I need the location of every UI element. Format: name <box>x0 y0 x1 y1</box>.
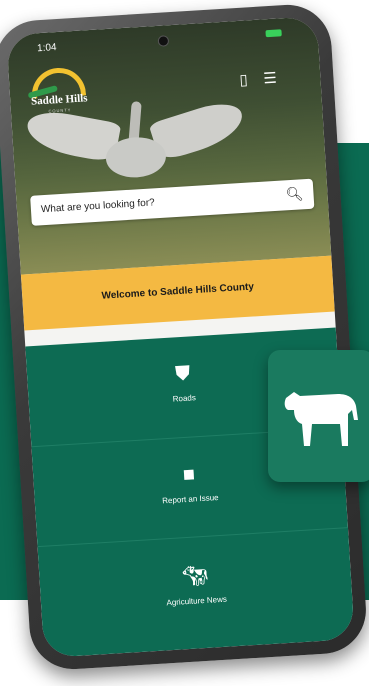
tile-agriculture-news[interactable]: 🐄︎ Agriculture News <box>37 527 355 647</box>
phone-frame: 1:04 Saddle Hills COUNTY ▯ ☰ What are yo… <box>0 2 369 672</box>
county-logo[interactable]: Saddle Hills COUNTY <box>24 64 93 118</box>
front-camera <box>157 35 169 47</box>
phone-screen: 1:04 Saddle Hills COUNTY ▯ ☰ What are yo… <box>6 16 355 658</box>
hamburger-menu-icon[interactable]: ☰ <box>263 69 277 88</box>
agriculture-callout <box>268 350 369 482</box>
battery-icon <box>265 29 282 38</box>
status-time: 1:04 <box>36 42 57 55</box>
search-placeholder: What are you looking for? <box>40 197 156 216</box>
cow-icon <box>284 392 358 446</box>
search-icon[interactable]: 🔍︎ <box>285 185 304 203</box>
mobile-device-icon[interactable]: ▯ <box>239 70 248 88</box>
